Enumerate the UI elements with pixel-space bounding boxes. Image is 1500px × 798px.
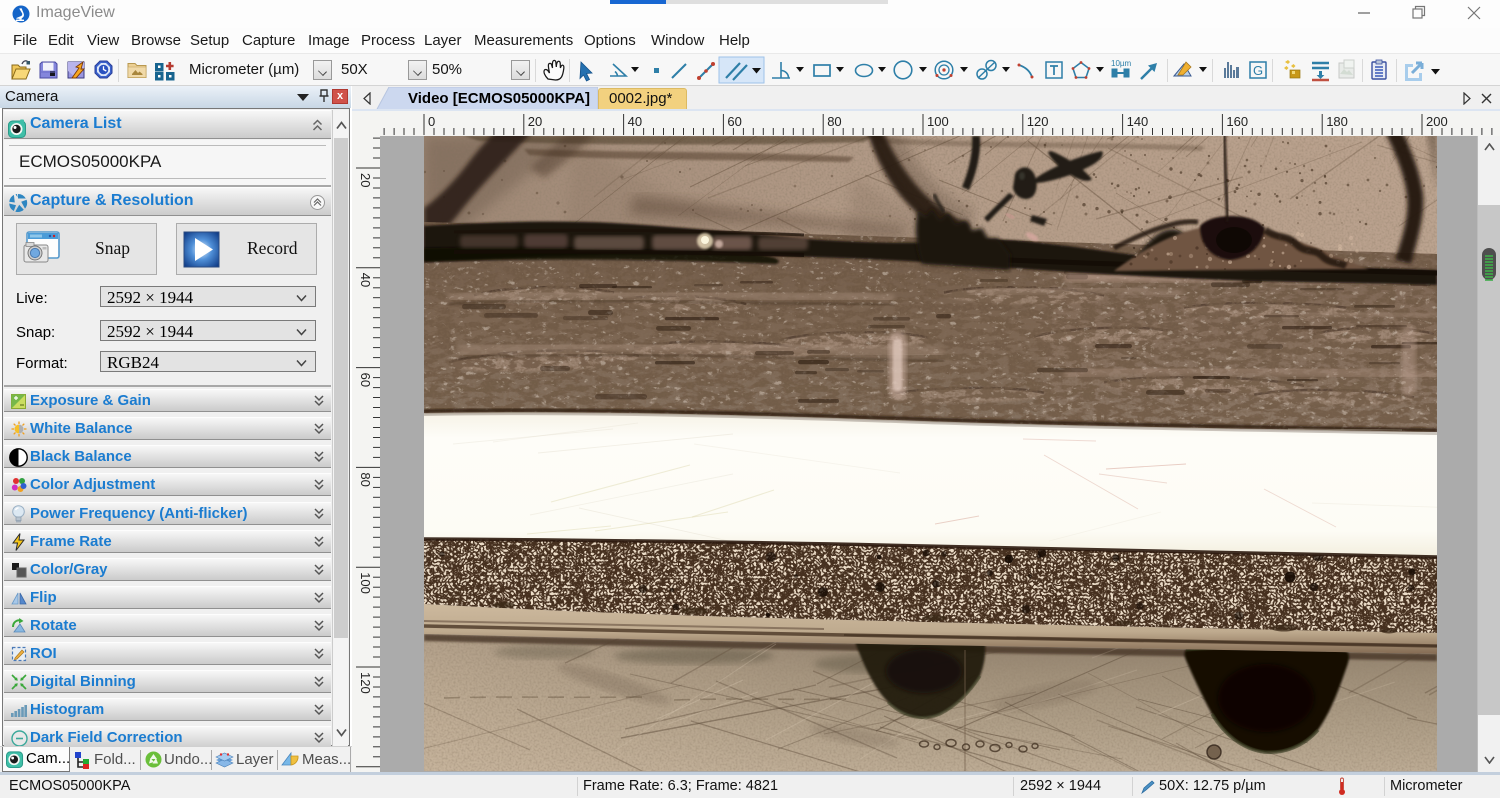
svg-text:100: 100: [358, 572, 373, 594]
svg-text:200: 200: [1426, 114, 1448, 129]
svg-text:160: 160: [1226, 114, 1248, 129]
svg-text:140: 140: [1127, 114, 1149, 129]
svg-text:120: 120: [1027, 114, 1049, 129]
svg-text:60: 60: [727, 114, 741, 129]
svg-text:40: 40: [358, 273, 373, 287]
svg-text:80: 80: [358, 472, 373, 486]
svg-text:120: 120: [358, 672, 373, 694]
svg-text:180: 180: [1326, 114, 1348, 129]
svg-text:20: 20: [358, 173, 373, 187]
svg-text:0: 0: [428, 114, 435, 129]
svg-text:10µm: 10µm: [1111, 59, 1132, 68]
svg-text:60: 60: [358, 373, 373, 387]
svg-text:100: 100: [927, 114, 949, 129]
svg-text:20: 20: [528, 114, 542, 129]
svg-text:G: G: [1253, 63, 1263, 78]
svg-text:80: 80: [827, 114, 841, 129]
svg-text:40: 40: [628, 114, 642, 129]
